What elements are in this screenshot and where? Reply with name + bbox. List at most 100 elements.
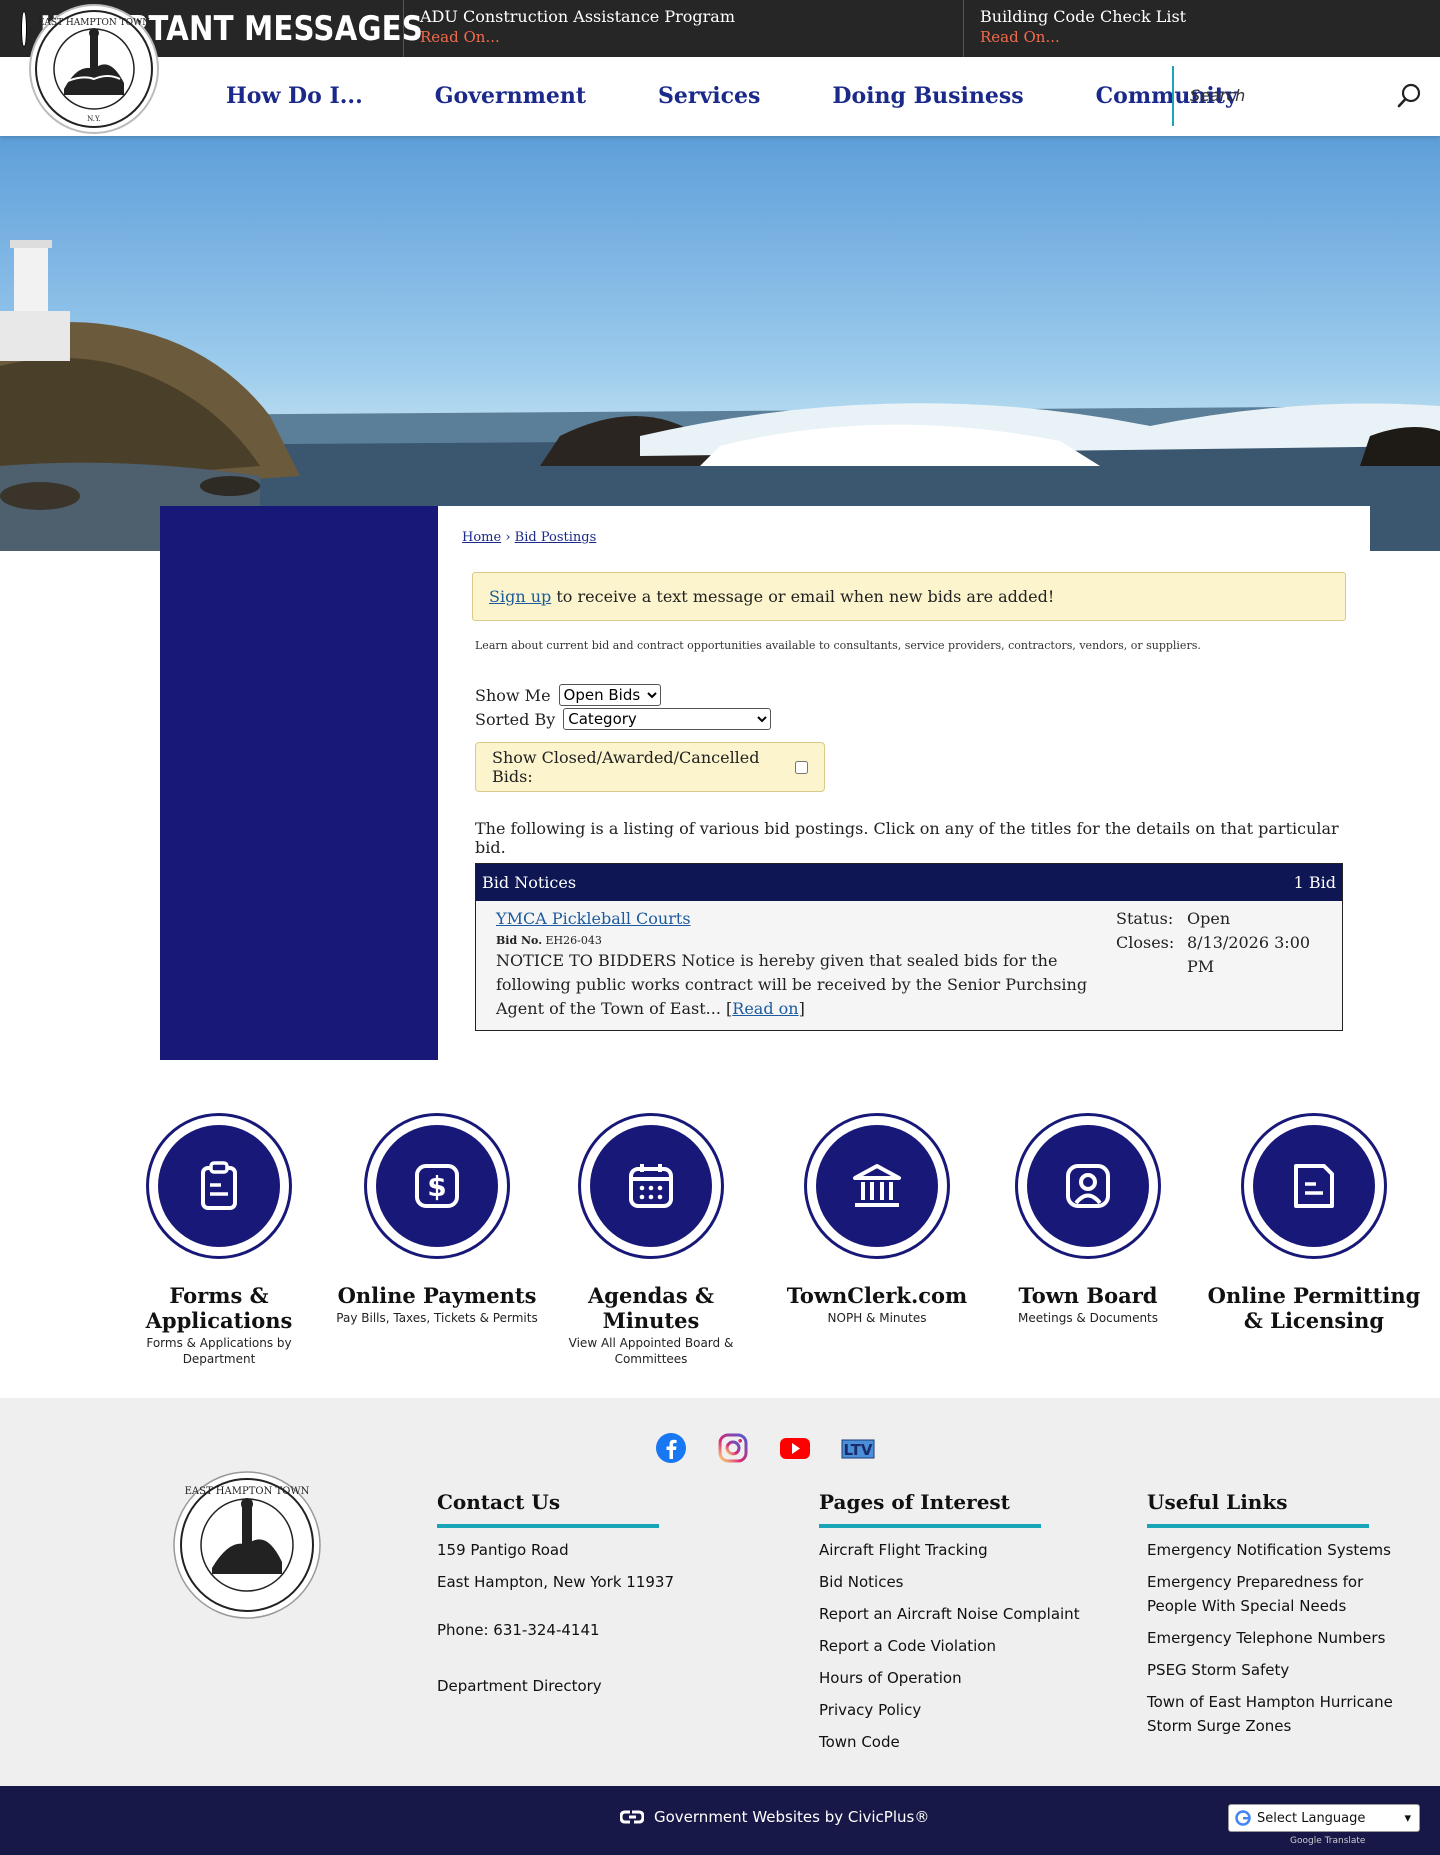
department-directory-link[interactable]: Department Directory — [437, 1674, 674, 1698]
bid-count: 1 Bid — [1293, 873, 1336, 892]
quick-link-circle — [590, 1125, 712, 1247]
bid-closes-value: 8/13/2026 3:00 PM — [1187, 933, 1311, 976]
alert-item[interactable]: Building Code Check List Read On... — [964, 0, 1440, 57]
nav-how-do-i[interactable]: How Do I... — [195, 57, 399, 136]
main-nav: How Do I... Government Services Doing Bu… — [195, 57, 1274, 136]
left-sidebar — [160, 506, 438, 1060]
calendar-icon — [629, 1164, 673, 1208]
show-closed-checkbox[interactable] — [795, 760, 808, 774]
sorted-by-label: Sorted By — [475, 709, 556, 729]
chevron-down-icon: ▾ — [1404, 1810, 1411, 1826]
nav-services[interactable]: Services — [622, 57, 796, 136]
bid-category-table: Bid Notices 1 Bid YMCA Pickleball Courts… — [475, 863, 1343, 1031]
clipboard-icon — [201, 1161, 237, 1210]
footer-link[interactable]: Emergency Preparedness for People With S… — [1147, 1570, 1417, 1618]
svg-text:EAST HAMPTON TOWN: EAST HAMPTON TOWN — [185, 1486, 310, 1497]
bid-status-label: Status: — [1116, 909, 1174, 928]
sign-up-link[interactable]: Sign up — [489, 587, 551, 606]
listing-note: The following is a listing of various bi… — [475, 819, 1339, 857]
alert-dot-icon — [22, 11, 26, 46]
bid-number-value: EH26-043 — [545, 934, 602, 947]
civicplus-logo-icon — [620, 1810, 644, 1824]
sorted-by-select[interactable]: Category — [563, 708, 772, 730]
quick-link-circle — [816, 1125, 938, 1247]
contact-address-line1: 159 Pantigo Road — [437, 1541, 569, 1559]
footer-pages-list: Aircraft Flight Tracking Bid Notices Rep… — [819, 1538, 1080, 1754]
footer-link[interactable]: PSEG Storm Safety — [1147, 1658, 1417, 1682]
footer-link[interactable]: Report a Code Violation — [819, 1634, 1080, 1658]
bid-status-value: Open — [1187, 909, 1231, 928]
building-icon — [853, 1164, 901, 1207]
show-closed-box: Show Closed/Awarded/Cancelled Bids: — [475, 742, 825, 792]
nav-government[interactable]: Government — [399, 57, 622, 136]
notify-text: to receive a text message or email when … — [551, 587, 1055, 606]
quick-link-title: Town Board — [1018, 1283, 1158, 1308]
quick-link-ring — [804, 1113, 950, 1259]
alert-item[interactable]: ADU Construction Assistance Program Read… — [404, 0, 964, 57]
dollar-icon: $ — [415, 1164, 459, 1208]
svg-text:EAST HAMPTON TOWN: EAST HAMPTON TOWN — [38, 18, 150, 28]
town-seal-logo[interactable]: EAST HAMPTON TOWN N.Y. — [28, 3, 160, 135]
alert-read-on-link[interactable]: Read On... — [420, 27, 947, 47]
quick-link-circle — [158, 1125, 280, 1247]
google-g-icon — [1235, 1810, 1251, 1826]
show-me-label: Show Me — [475, 685, 551, 705]
quick-link-forms[interactable]: Forms & Applications Forms & Application… — [109, 1105, 329, 1367]
footer-link[interactable]: Aircraft Flight Tracking — [819, 1538, 1080, 1562]
quick-link-town-board[interactable]: Town Board Meetings & Documents — [978, 1105, 1198, 1326]
footer-link[interactable]: Privacy Policy — [819, 1698, 1080, 1722]
alert-item-title[interactable]: Building Code Check List — [980, 7, 1424, 27]
search-icon[interactable] — [1394, 81, 1424, 111]
breadcrumb: Home › Bid Postings — [462, 530, 596, 545]
quick-link-ring — [146, 1113, 292, 1259]
quick-link-subtitle: Meetings & Documents — [1017, 1311, 1159, 1325]
facebook-icon[interactable] — [655, 1432, 687, 1464]
footer-link[interactable]: Report an Aircraft Noise Complaint — [819, 1602, 1080, 1626]
nav-doing-business[interactable]: Doing Business — [796, 57, 1059, 136]
quick-link-subtitle: NOPH & Minutes — [827, 1311, 927, 1325]
quick-link-permitting[interactable]: Online Permitting & Licensing — [1204, 1105, 1424, 1333]
breadcrumb-current[interactable]: Bid Postings — [515, 530, 597, 545]
quick-link-ring — [1015, 1113, 1161, 1259]
instagram-icon[interactable] — [717, 1432, 749, 1464]
bid-read-on-link[interactable]: Read on — [732, 999, 798, 1018]
footer-link[interactable]: Town of East Hampton Hurricane Storm Sur… — [1147, 1690, 1417, 1738]
main-content: Home › Bid Postings Sign up to receive a… — [438, 506, 1370, 1060]
alert-read-on-link[interactable]: Read On... — [980, 27, 1424, 47]
quick-link-circle — [1253, 1125, 1375, 1247]
footer-town-seal[interactable]: EAST HAMPTON TOWN — [172, 1470, 322, 1620]
civicplus-credit[interactable]: Government Websites by CivicPlus® — [620, 1808, 929, 1826]
quick-link-subtitle: Forms & Applications by Department — [146, 1336, 292, 1366]
show-me-select[interactable]: Open Bids — [558, 684, 661, 706]
bid-description: NOTICE TO BIDDERS Notice is hereby given… — [496, 951, 1088, 1018]
footer-link[interactable]: Emergency Telephone Numbers — [1147, 1626, 1417, 1650]
quick-link-circle — [1027, 1125, 1149, 1247]
bid-closes-label: Closes: — [1116, 933, 1175, 952]
quick-link-townclerk[interactable]: TownClerk.com NOPH & Minutes — [767, 1105, 987, 1326]
intro-text: Learn about current bid and contract opp… — [475, 639, 1201, 652]
footer-link[interactable]: Emergency Notification Systems — [1147, 1538, 1417, 1562]
quick-link-title: Online Payments — [337, 1283, 537, 1308]
breadcrumb-home[interactable]: Home — [462, 530, 501, 545]
footer-useful-links: Useful Links Emergency Notification Syst… — [1147, 1490, 1417, 1746]
language-select-label: Select Language — [1257, 1810, 1366, 1826]
quick-link-agendas[interactable]: Agendas & Minutes View All Appointed Boa… — [541, 1105, 761, 1367]
footer-link[interactable]: Bid Notices — [819, 1570, 1080, 1594]
ltv-icon[interactable]: LTV — [841, 1432, 875, 1464]
language-select[interactable]: Select Language ▾ — [1228, 1804, 1420, 1832]
quick-link-title: Agendas & Minutes — [588, 1283, 714, 1333]
youtube-icon[interactable] — [779, 1432, 811, 1464]
sorted-by-row: Sorted By Category — [475, 708, 772, 730]
search-input[interactable] — [1190, 80, 1370, 110]
hero-image — [0, 136, 1440, 551]
bid-category-title: Bid Notices — [482, 873, 577, 892]
footer-link[interactable]: Town Code — [819, 1730, 1080, 1754]
footer-link[interactable]: Hours of Operation — [819, 1666, 1080, 1690]
footer-contact: Contact Us 159 Pantigo Road East Hampton… — [437, 1490, 674, 1698]
alert-item-title[interactable]: ADU Construction Assistance Program — [420, 7, 947, 27]
footer-pages-heading: Pages of Interest — [819, 1490, 1041, 1528]
quick-link-ring: $ — [364, 1113, 510, 1259]
quick-link-payments[interactable]: $ Online Payments Pay Bills, Taxes, Tick… — [327, 1105, 547, 1326]
quick-link-subtitle: View All Appointed Board & Committees — [568, 1336, 734, 1366]
google-translate-credit: Google Translate — [1290, 1836, 1366, 1846]
